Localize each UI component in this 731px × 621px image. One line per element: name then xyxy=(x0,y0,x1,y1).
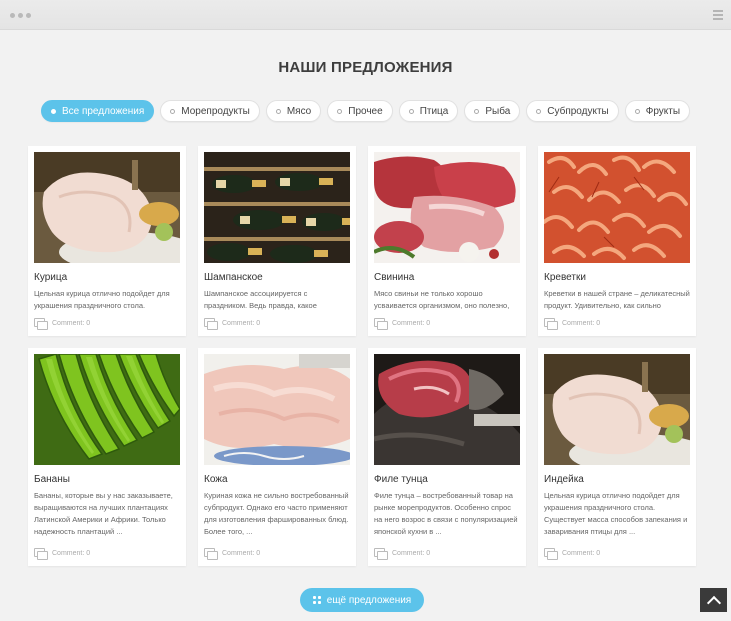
raw-pork-image[interactable] xyxy=(374,152,520,263)
grid-icon xyxy=(312,596,321,604)
comment-count[interactable]: Comment: 0 xyxy=(204,548,261,560)
offer-card[interactable]: Свинина Мясо свиньи не только хорошо усв… xyxy=(368,146,526,336)
raw-turkey-image[interactable] xyxy=(544,354,690,465)
filter-offal[interactable]: Субпродукты xyxy=(526,100,619,122)
raw-chicken-image[interactable] xyxy=(34,152,180,263)
radio-dot-icon xyxy=(634,108,640,114)
card-title[interactable]: Бананы xyxy=(34,474,180,485)
offers-grid-row-2: Бананы Бананы, которые вы у нас заказыва… xyxy=(28,348,696,566)
card-description: Мясо свиньи не только хорошо усваивается… xyxy=(374,289,510,310)
card-title[interactable]: Филе тунца xyxy=(374,474,520,485)
window-dots xyxy=(10,13,31,18)
comment-count[interactable]: Comment: 0 xyxy=(204,318,261,330)
radio-dot-icon xyxy=(536,108,542,114)
offers-grid: Курица Цельная курица отлично подойдет д… xyxy=(28,146,696,336)
more-offers-button[interactable]: ещё предложения xyxy=(300,588,424,612)
comment-icon xyxy=(204,318,218,330)
window-dot xyxy=(10,13,15,18)
champagne-bottles-image[interactable] xyxy=(204,152,350,263)
filter-label: Мясо xyxy=(286,105,312,117)
scroll-to-top-button[interactable] xyxy=(700,588,727,612)
card-title[interactable]: Курица xyxy=(34,272,180,283)
filter-meat[interactable]: Мясо xyxy=(265,100,322,122)
browser-top-bar xyxy=(0,0,731,30)
radio-dot-icon xyxy=(275,108,281,114)
shrimps-image[interactable] xyxy=(544,152,690,263)
comment-icon xyxy=(544,318,558,330)
comment-icon xyxy=(544,548,558,560)
comment-label: Comment: 0 xyxy=(222,549,261,557)
comment-label: Comment: 0 xyxy=(52,319,91,327)
green-bananas-image[interactable] xyxy=(34,354,180,465)
comment-count[interactable]: Comment: 0 xyxy=(34,548,91,560)
card-description: Куриная кожа не сильно востребованный су… xyxy=(204,491,349,536)
filter-poultry[interactable]: Птица xyxy=(398,100,459,122)
card-description: Бананы, которые вы у нас заказываете, вы… xyxy=(34,491,173,536)
offer-card[interactable]: Курица Цельная курица отлично подойдет д… xyxy=(28,146,186,336)
comment-count[interactable]: Comment: 0 xyxy=(544,318,601,330)
card-title[interactable]: Свинина xyxy=(374,272,520,283)
filter-label: Фрукты xyxy=(645,105,681,117)
window-dot xyxy=(26,13,31,18)
comment-icon xyxy=(34,318,48,330)
offer-card[interactable]: Бананы Бананы, которые вы у нас заказыва… xyxy=(28,348,186,566)
comment-count[interactable]: Comment: 0 xyxy=(374,318,431,330)
comment-label: Comment: 0 xyxy=(392,319,431,327)
comment-count[interactable]: Comment: 0 xyxy=(34,318,91,330)
filter-other[interactable]: Прочее xyxy=(327,100,393,122)
comment-count[interactable]: Comment: 0 xyxy=(544,548,601,560)
card-description: Цельная курица отлично подойдет для укра… xyxy=(544,491,688,536)
filter-label: Птица xyxy=(419,105,449,117)
radio-dot-icon xyxy=(408,108,414,114)
page-title: НАШИ ПРЕДЛОЖЕНИЯ xyxy=(278,59,453,76)
filter-fish[interactable]: Рыба xyxy=(464,100,521,122)
offer-card[interactable]: Кожа Куриная кожа не сильно востребованн… xyxy=(198,348,356,566)
offer-card[interactable]: Индейка Цельная курица отлично подойдет … xyxy=(538,348,696,566)
card-title[interactable]: Шампанское xyxy=(204,272,350,283)
filter-seafood[interactable]: Морепродукты xyxy=(160,100,260,122)
comment-label: Comment: 0 xyxy=(222,319,261,327)
chicken-skin-image[interactable] xyxy=(204,354,350,465)
comment-icon xyxy=(374,318,388,330)
offer-card[interactable]: Филе тунца Филе тунца – востребованный т… xyxy=(368,348,526,566)
comment-label: Comment: 0 xyxy=(562,549,601,557)
filter-label: Рыба xyxy=(485,105,511,117)
card-title[interactable]: Креветки xyxy=(544,272,690,283)
menu-icon[interactable] xyxy=(713,10,723,22)
comment-label: Comment: 0 xyxy=(392,549,431,557)
offer-card[interactable]: Креветки Креветки в нашей стране – делик… xyxy=(538,146,696,336)
filter-bar: Все предложения Морепродукты Мясо Прочее… xyxy=(0,100,731,122)
filter-fruits[interactable]: Фрукты xyxy=(624,100,691,122)
radio-dot-icon xyxy=(170,108,176,114)
card-title[interactable]: Кожа xyxy=(204,474,350,485)
radio-dot-icon xyxy=(474,108,480,114)
card-description: Цельная курица отлично подойдет для укра… xyxy=(34,289,170,310)
card-description: Филе тунца – востребованный товар на рын… xyxy=(374,491,518,536)
card-title[interactable]: Индейка xyxy=(544,474,690,485)
radio-dot-icon xyxy=(50,108,56,114)
card-description: Шампанское ассоциируется с праздником. В… xyxy=(204,289,317,310)
offer-card[interactable]: Шампанское Шампанское ассоциируется с пр… xyxy=(198,146,356,336)
filter-all[interactable]: Все предложения xyxy=(40,100,155,122)
comment-icon xyxy=(374,548,388,560)
card-description: Креветки в нашей стране – деликатесный п… xyxy=(544,289,690,310)
comment-count[interactable]: Comment: 0 xyxy=(374,548,431,560)
radio-dot-icon xyxy=(337,108,343,114)
comment-icon xyxy=(34,548,48,560)
filter-label: Все предложения xyxy=(61,105,145,117)
tuna-fillet-image[interactable] xyxy=(374,354,520,465)
filter-label: Субпродукты xyxy=(547,105,609,117)
comment-label: Comment: 0 xyxy=(562,319,601,327)
filter-label: Прочее xyxy=(348,105,383,117)
filter-label: Морепродукты xyxy=(181,105,250,117)
more-offers-label: ещё предложения xyxy=(326,594,412,606)
comment-icon xyxy=(204,548,218,560)
window-dot xyxy=(18,13,23,18)
comment-label: Comment: 0 xyxy=(52,549,91,557)
